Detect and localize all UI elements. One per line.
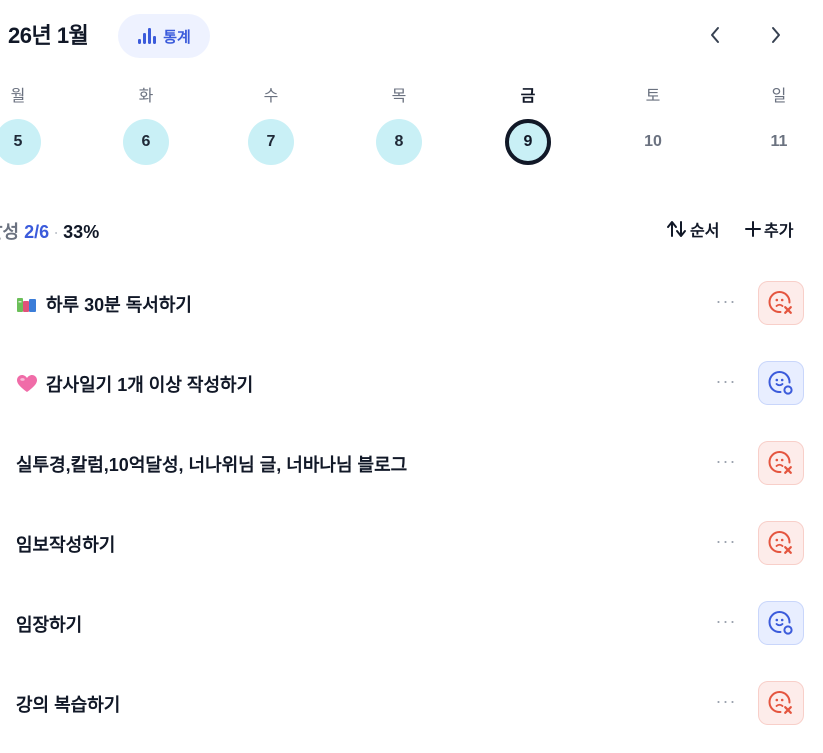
frown-x-icon xyxy=(768,531,792,554)
chevron-right-icon xyxy=(772,27,780,43)
plus-icon xyxy=(745,221,761,237)
status-missed-button[interactable] xyxy=(758,281,804,325)
more-options-button[interactable]: ··· xyxy=(712,611,740,632)
prev-week-button[interactable] xyxy=(700,20,730,50)
more-options-button[interactable]: ··· xyxy=(712,291,740,312)
frown-x-icon xyxy=(768,451,792,474)
habit-title: 임장하기 xyxy=(16,615,83,635)
habit-item[interactable]: 감사일기 1개 이상 작성하기 xyxy=(16,371,253,397)
more-options-button[interactable]: ··· xyxy=(712,451,740,472)
frown-x-icon xyxy=(768,691,792,714)
bar-chart-icon xyxy=(138,28,157,44)
day-button[interactable]: 5 xyxy=(0,119,41,165)
books-icon xyxy=(17,298,36,312)
status-missed-button[interactable] xyxy=(758,441,804,485)
heart-icon xyxy=(17,375,37,392)
more-options-button[interactable]: ··· xyxy=(712,531,740,552)
status-done-button[interactable] xyxy=(758,361,804,405)
habit-title: 강의 복습하기 xyxy=(16,695,121,715)
more-options-button[interactable]: ··· xyxy=(712,691,740,712)
habit-title: 감사일기 1개 이상 작성하기 xyxy=(46,375,254,395)
day-button[interactable]: 6 xyxy=(123,119,169,165)
achievement-summary: 달성 2/6·33% xyxy=(0,218,99,244)
day-button[interactable]: 8 xyxy=(376,119,422,165)
status-missed-button[interactable] xyxy=(758,681,804,725)
day-button-today[interactable]: 9 xyxy=(505,119,551,165)
weekday-label: 토 xyxy=(645,88,661,105)
summary-ratio: 2/6 xyxy=(24,222,50,242)
smile-check-icon xyxy=(768,371,793,395)
add-button[interactable]: 추가 xyxy=(745,217,793,241)
frown-x-icon xyxy=(768,291,792,314)
weekday-label: 목 xyxy=(391,88,407,105)
habit-title: 임보작성하기 xyxy=(16,535,116,555)
habit-item[interactable]: 임장하기 xyxy=(16,611,82,637)
habit-item[interactable]: 실투경,칼럼,10억달성, 너나위님 글, 너바나님 블로그 xyxy=(16,451,407,477)
weekday-label: 수 xyxy=(263,88,279,105)
day-button[interactable]: 10 xyxy=(630,119,676,165)
habit-item[interactable]: 임보작성하기 xyxy=(16,531,115,557)
summary-percent: 33% xyxy=(63,222,100,242)
habit-item[interactable]: 강의 복습하기 xyxy=(16,691,120,717)
sort-label: 순서 xyxy=(690,223,720,240)
day-button[interactable]: 11 xyxy=(756,119,802,165)
more-options-button[interactable]: ··· xyxy=(712,371,740,392)
sort-button[interactable]: 순서 xyxy=(666,217,719,241)
chevron-left-icon xyxy=(711,27,719,43)
smile-check-icon xyxy=(768,611,793,635)
habit-title: 하루 30분 독서하기 xyxy=(46,295,192,315)
stats-label: 통계 xyxy=(163,28,191,46)
day-button[interactable]: 7 xyxy=(248,119,294,165)
month-title: 26년 1월 xyxy=(8,23,89,48)
weekday-label: 화 xyxy=(138,88,154,105)
weekday-label: 월 xyxy=(10,88,26,105)
status-done-button[interactable] xyxy=(758,601,804,645)
sort-arrows-icon xyxy=(667,221,686,237)
add-label: 추가 xyxy=(764,223,794,240)
habit-title: 실투경,칼럼,10억달성, 너나위님 글, 너바나님 블로그 xyxy=(16,455,408,475)
next-week-button[interactable] xyxy=(761,20,791,50)
habit-item[interactable]: 하루 30분 독서하기 xyxy=(16,291,192,317)
weekday-label: 금 xyxy=(520,88,536,105)
summary-separator: · xyxy=(53,222,60,242)
stats-button[interactable]: 통계 xyxy=(118,14,210,58)
summary-label: 달성 xyxy=(0,222,20,242)
status-missed-button[interactable] xyxy=(758,521,804,565)
weekday-label: 일 xyxy=(771,88,787,105)
